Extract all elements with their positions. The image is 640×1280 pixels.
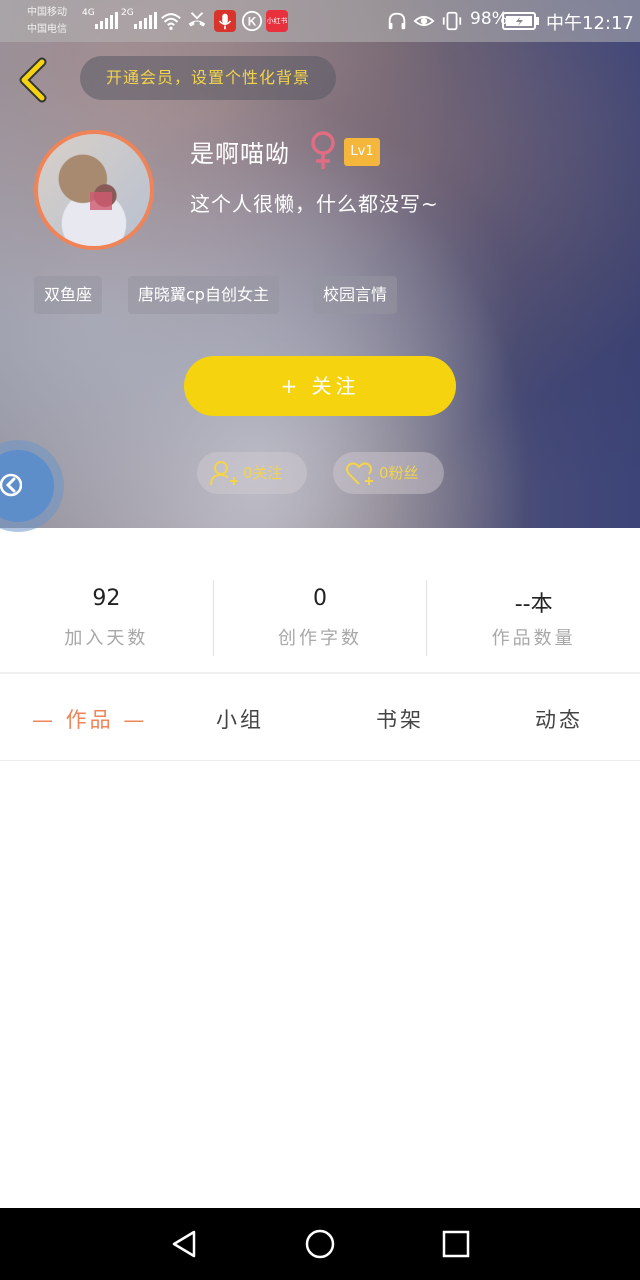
carrier-labels: 中国移动 中国电信 xyxy=(27,4,67,38)
eye-comfort-icon xyxy=(413,15,435,27)
heart-add-icon xyxy=(346,462,373,485)
k-app-icon: K xyxy=(241,10,263,32)
back-arrow-icon[interactable] xyxy=(16,56,52,104)
nav-home-icon[interactable] xyxy=(304,1228,336,1260)
stat-value: --本 xyxy=(514,592,553,617)
stat-works-count: --本 作品数量 xyxy=(426,580,640,656)
carrier-2: 中国电信 xyxy=(27,24,67,35)
system-navigation-bar xyxy=(0,1208,640,1280)
stat-value: 0 xyxy=(313,586,327,611)
signal-icon-2 xyxy=(134,12,157,29)
tab-bar: — 作品 — 小组 书架 动态 xyxy=(0,674,640,760)
avatar[interactable] xyxy=(34,130,154,250)
female-gender-icon xyxy=(311,131,335,169)
username: 是啊喵呦 xyxy=(190,140,290,168)
vibrate-icon xyxy=(442,11,462,31)
tab-works[interactable]: — 作品 — xyxy=(32,704,147,734)
chevron-left-icon xyxy=(0,473,22,497)
stat-label: 加入天数 xyxy=(64,628,149,649)
user-bio: 这个人很懒，什么都没写~ xyxy=(190,192,439,216)
divider xyxy=(0,760,640,761)
stat-label: 作品数量 xyxy=(491,628,576,649)
stat-join-days: 92 加入天数 xyxy=(0,580,213,656)
stats-row: 92 加入天数 0 创作字数 --本 作品数量 xyxy=(0,580,640,656)
stat-label: 创作字数 xyxy=(278,628,362,649)
signal-icon-1 xyxy=(95,12,118,29)
network-type-1: 4G xyxy=(82,8,95,18)
follow-button[interactable]: + 关注 xyxy=(184,356,456,416)
nav-recents-icon[interactable] xyxy=(440,1228,472,1260)
clock: 中午12:17 xyxy=(546,13,634,34)
stat-value: 92 xyxy=(92,586,121,611)
fans-count-button[interactable]: 0粉丝 xyxy=(333,452,444,494)
carrier-1: 中国移动 xyxy=(27,7,67,18)
network-type-2: 2G xyxy=(121,8,134,18)
stat-word-count: 0 创作字数 xyxy=(212,580,427,656)
profile-tag: 双鱼座 xyxy=(34,276,103,314)
following-count-label: 0关注 xyxy=(243,464,283,482)
status-bar: 中国移动 中国电信 4G 2G K 小红书 98% 中午12:17 xyxy=(0,0,640,42)
tab-groups[interactable]: 小组 xyxy=(216,704,264,734)
vip-background-banner[interactable]: 开通会员，设置个性化背景 xyxy=(80,56,336,100)
battery-icon xyxy=(502,12,539,30)
microphone-icon xyxy=(214,10,236,32)
wifi-icon xyxy=(161,13,181,30)
tab-activity[interactable]: 动态 xyxy=(535,704,583,734)
nav-back-icon[interactable] xyxy=(168,1228,200,1260)
tab-bookshelf[interactable]: 书架 xyxy=(376,704,424,734)
headphones-icon xyxy=(388,12,406,30)
profile-tag: 唐晓翼cp自创女主 xyxy=(128,276,279,314)
fans-count-label: 0粉丝 xyxy=(379,464,419,482)
missed-call-icon xyxy=(188,12,206,27)
user-add-icon xyxy=(210,461,238,486)
xiaohongshu-icon: 小红书 xyxy=(266,10,288,32)
profile-tag: 校园言情 xyxy=(313,276,398,314)
following-count-button[interactable]: 0关注 xyxy=(197,452,307,494)
level-badge: Lv1 xyxy=(344,138,380,166)
svg-text:K: K xyxy=(248,15,257,29)
